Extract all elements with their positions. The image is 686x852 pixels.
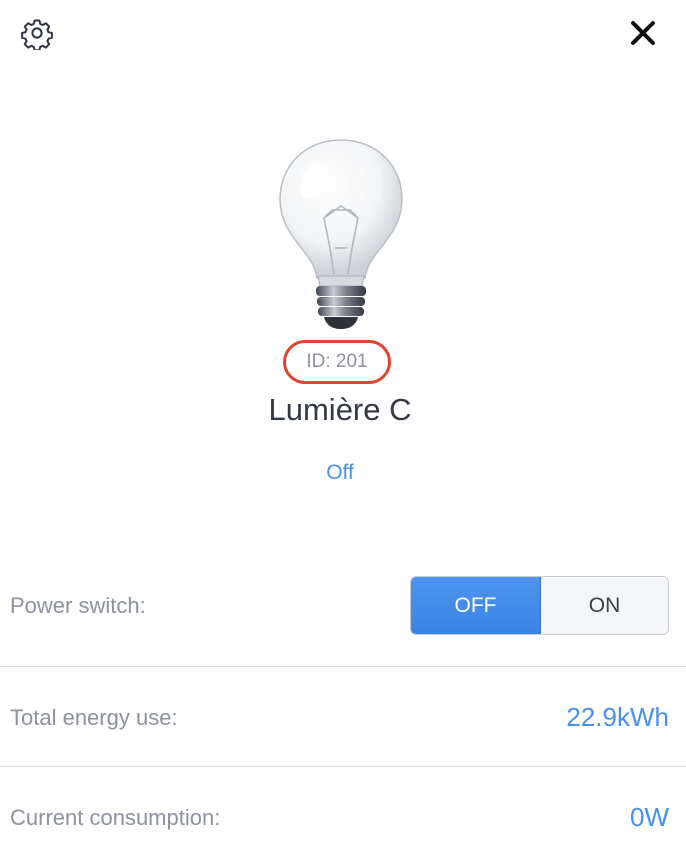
device-name: Lumière C [268, 392, 412, 427]
total-energy-label: Total energy use: [10, 705, 178, 730]
device-id-badge: ID: 201 [283, 340, 391, 384]
lightbulb-icon [279, 139, 403, 329]
total-energy-value: 22.9kWh [566, 702, 669, 732]
close-button[interactable] [626, 16, 660, 50]
power-off-button[interactable]: OFF [411, 577, 541, 634]
divider [0, 666, 686, 667]
power-switch-toggle[interactable]: OFF ON [410, 576, 669, 635]
close-icon [631, 21, 655, 45]
current-consumption-label: Current consumption: [10, 805, 221, 830]
current-consumption-value: 0W [630, 802, 669, 832]
power-switch-label: Power switch: [10, 593, 146, 618]
divider [0, 766, 686, 767]
power-on-button[interactable]: ON [541, 577, 668, 634]
device-image [272, 136, 410, 332]
device-id-label: ID: 201 [306, 351, 368, 372]
device-status: Off [326, 461, 354, 484]
settings-button[interactable] [20, 16, 54, 52]
gear-icon [21, 19, 53, 52]
